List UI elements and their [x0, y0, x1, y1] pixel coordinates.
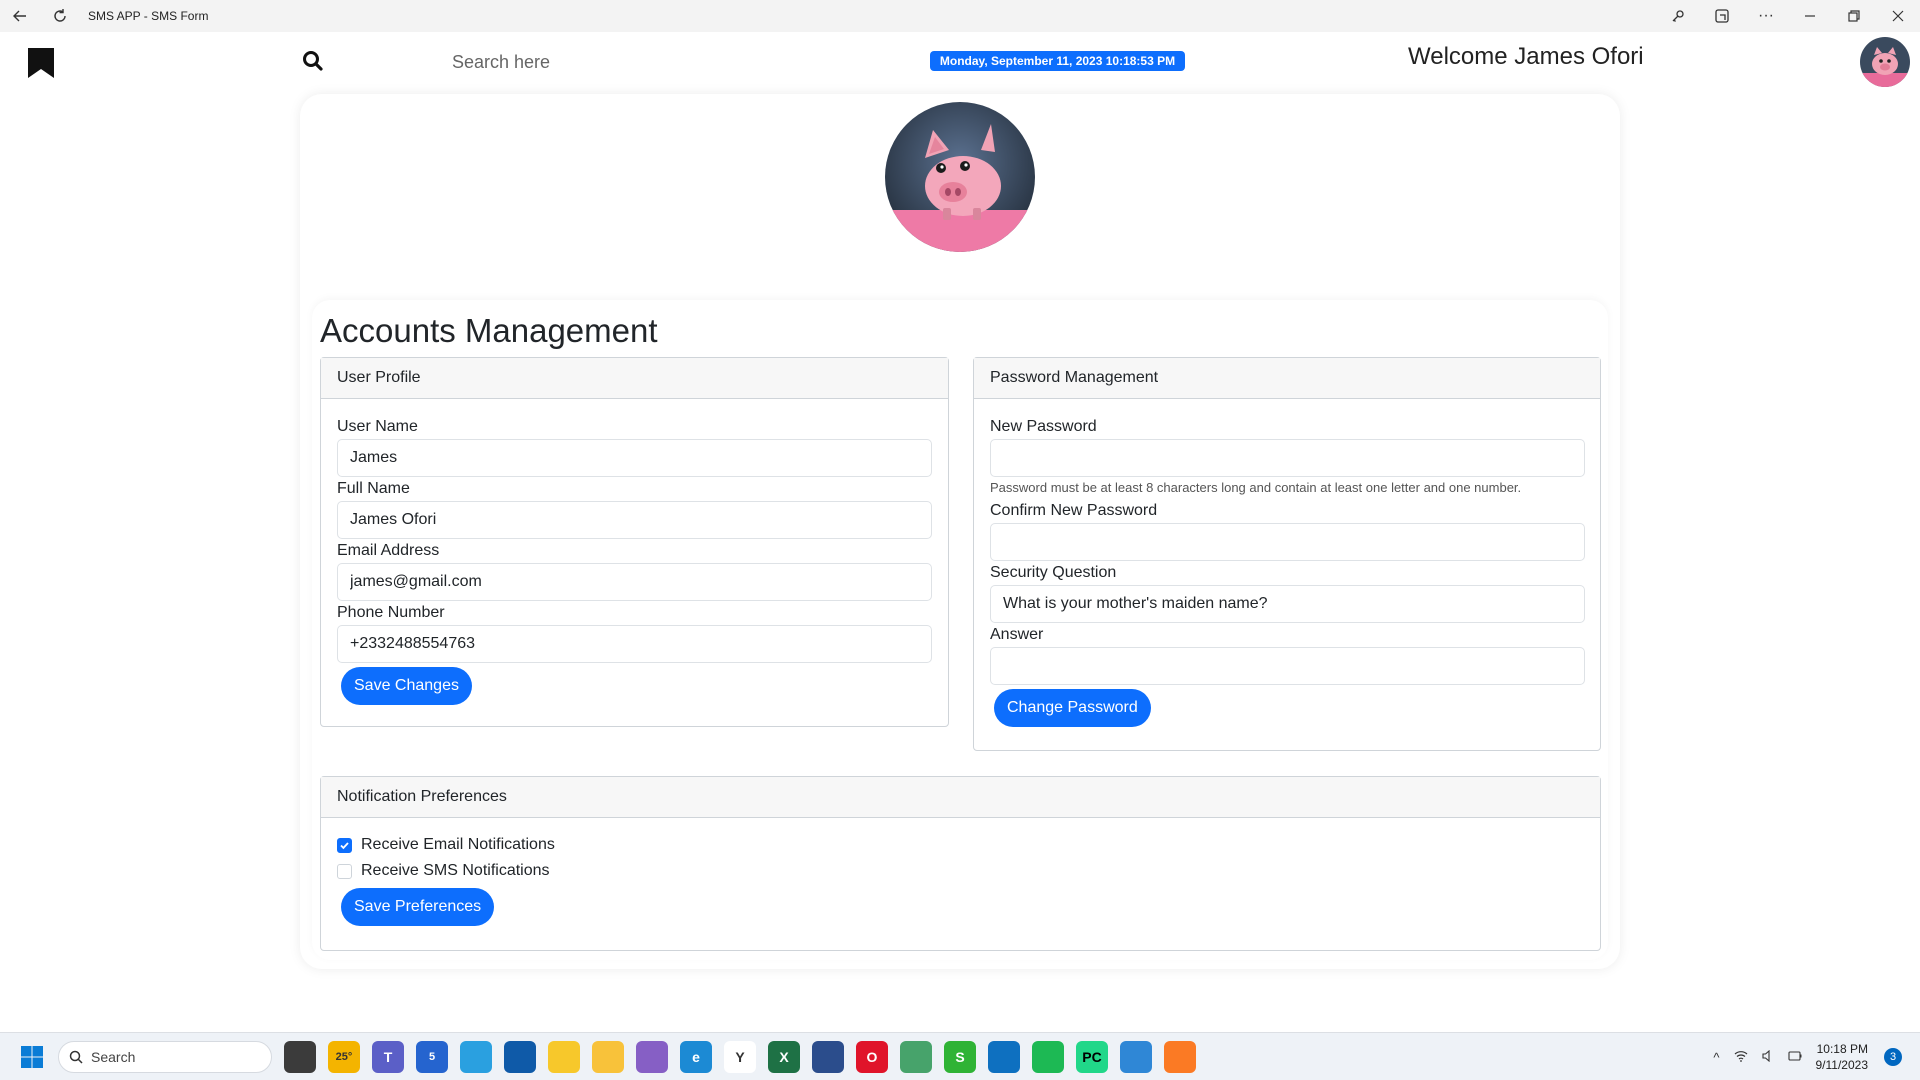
- window-titlebar: SMS APP - SMS Form ···: [0, 0, 1920, 32]
- taskbar-search-icon: [69, 1050, 83, 1064]
- email-input[interactable]: [337, 563, 932, 601]
- wifi-icon[interactable]: [1734, 1050, 1748, 1065]
- folder-icon[interactable]: [592, 1041, 624, 1073]
- user-profile-heading: User Profile: [321, 358, 948, 399]
- sms-notifications-label: Receive SMS Notifications: [361, 862, 550, 879]
- sms-notifications-row[interactable]: Receive SMS Notifications: [337, 858, 1584, 884]
- volume-icon[interactable]: [1761, 1049, 1774, 1065]
- key-icon[interactable]: [1656, 0, 1700, 32]
- notification-badge[interactable]: 3: [1884, 1048, 1902, 1066]
- minimize-icon[interactable]: [1788, 0, 1832, 32]
- opera-icon[interactable]: O: [856, 1041, 888, 1073]
- snipping-icon[interactable]: [1120, 1041, 1152, 1073]
- more-icon[interactable]: ···: [1744, 0, 1788, 32]
- pycharm-icon[interactable]: PC: [1076, 1041, 1108, 1073]
- new-password-input[interactable]: [990, 439, 1585, 477]
- search-icon[interactable]: [302, 50, 326, 74]
- weather-icon[interactable]: 25°: [328, 1041, 360, 1073]
- password-hint: Password must be at least 8 characters l…: [990, 480, 1522, 495]
- app-header: Monday, September 11, 2023 10:18:53 PM W…: [0, 32, 1920, 90]
- visual-studio-icon[interactable]: [636, 1041, 668, 1073]
- notification-preferences-panel: Notification Preferences Receive Email N…: [320, 776, 1601, 951]
- app-icon[interactable]: [812, 1041, 844, 1073]
- weather-temp: 25°: [335, 1051, 353, 1063]
- accounts-section: Accounts Management User Profile User Na…: [312, 300, 1608, 960]
- datetime-badge: Monday, September 11, 2023 10:18:53 PM: [930, 51, 1185, 71]
- user-avatar[interactable]: [1860, 37, 1910, 87]
- confirm-password-label: Confirm New Password: [990, 502, 1158, 519]
- email-notifications-label: Receive Email Notifications: [361, 836, 555, 853]
- app-window-icon[interactable]: [1700, 0, 1744, 32]
- username-input[interactable]: [337, 439, 932, 477]
- store-icon[interactable]: [504, 1041, 536, 1073]
- battery-icon[interactable]: [1787, 1050, 1802, 1065]
- s-app-icon[interactable]: S: [944, 1041, 976, 1073]
- todo-icon[interactable]: 5: [416, 1041, 448, 1073]
- email-notifications-row[interactable]: Receive Email Notifications: [337, 832, 1584, 858]
- taskbar-search-label: Search: [91, 1049, 136, 1065]
- new-password-label: New Password: [990, 418, 1097, 435]
- answer-label: Answer: [990, 626, 1044, 643]
- change-password-button[interactable]: Change Password: [994, 689, 1151, 727]
- phone-input[interactable]: [337, 625, 932, 663]
- bookmark-logo-icon[interactable]: [26, 46, 56, 80]
- clock-date: 9/11/2023: [1815, 1058, 1869, 1072]
- phone-label: Phone Number: [337, 604, 445, 621]
- main-card: Accounts Management User Profile User Na…: [300, 94, 1620, 969]
- profile-picture: [885, 102, 1035, 252]
- system-tray: ^ 10:18 PM 9/11/2023 3: [1713, 1033, 1902, 1080]
- confirm-password-input[interactable]: [990, 523, 1585, 561]
- xampp-icon[interactable]: [1164, 1041, 1196, 1073]
- security-question-label: Security Question: [990, 564, 1117, 581]
- save-changes-button[interactable]: Save Changes: [341, 667, 472, 705]
- teams-icon[interactable]: T: [372, 1041, 404, 1073]
- clock-time: 10:18 PM: [1816, 1042, 1868, 1056]
- taskbar: Search 25° T 5 e Y X O S PC ^ 10:18 PM 9…: [0, 1032, 1920, 1080]
- page-title: Accounts Management: [320, 312, 658, 349]
- answer-input[interactable]: [990, 647, 1585, 685]
- window-title: SMS APP - SMS Form: [88, 9, 209, 23]
- notebook-icon[interactable]: [460, 1041, 492, 1073]
- excel-icon[interactable]: X: [768, 1041, 800, 1073]
- security-question-input[interactable]: [990, 585, 1585, 623]
- vscode-icon[interactable]: [988, 1041, 1020, 1073]
- sms-notifications-checkbox[interactable]: [337, 863, 352, 879]
- password-management-panel: Password Management New Password Passwor…: [973, 357, 1601, 751]
- media-icon[interactable]: [900, 1041, 932, 1073]
- edge-icon[interactable]: e: [680, 1041, 712, 1073]
- paint-icon[interactable]: [548, 1041, 580, 1073]
- spotify-icon[interactable]: [1032, 1041, 1064, 1073]
- file-explorer-small-icon[interactable]: [284, 1041, 316, 1073]
- email-label: Email Address: [337, 542, 440, 559]
- fullname-label: Full Name: [337, 480, 410, 497]
- chevron-up-icon[interactable]: ^: [1713, 1050, 1719, 1065]
- save-preferences-button[interactable]: Save Preferences: [341, 888, 495, 926]
- windows-start-icon[interactable]: [20, 1045, 44, 1069]
- welcome-message: Welcome James Ofori: [1408, 43, 1644, 70]
- taskbar-search[interactable]: Search: [58, 1041, 272, 1073]
- taskbar-clock[interactable]: 10:18 PM 9/11/2023: [1816, 1041, 1869, 1073]
- yarn-icon[interactable]: Y: [724, 1041, 756, 1073]
- username-label: User Name: [337, 418, 418, 435]
- search-input[interactable]: [452, 46, 752, 78]
- todo-badge: 5: [428, 1051, 436, 1063]
- email-notifications-checkbox[interactable]: [337, 837, 352, 853]
- refresh-icon[interactable]: [40, 0, 80, 32]
- restore-icon[interactable]: [1832, 0, 1876, 32]
- close-icon[interactable]: [1876, 0, 1920, 32]
- fullname-input[interactable]: [337, 501, 932, 539]
- back-icon[interactable]: [0, 0, 40, 32]
- notification-preferences-heading: Notification Preferences: [321, 777, 1600, 818]
- password-management-heading: Password Management: [974, 358, 1600, 399]
- user-profile-panel: User Profile User Name Full Name Email A…: [320, 357, 949, 727]
